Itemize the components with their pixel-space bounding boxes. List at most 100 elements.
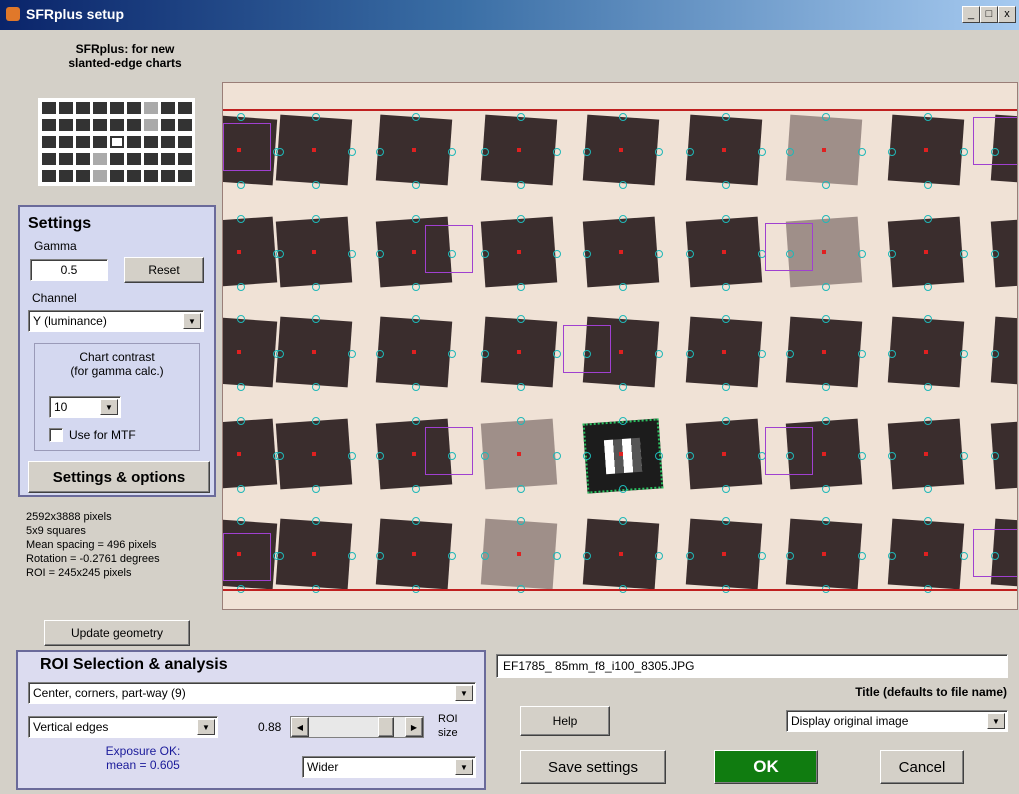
edge-marker xyxy=(376,552,384,560)
thumbnail-square xyxy=(127,170,141,182)
roi-panel: ROI Selection & analysis Center, corners… xyxy=(16,650,486,790)
edge-marker xyxy=(786,148,794,156)
edge-marker xyxy=(960,552,968,560)
edge-marker xyxy=(312,315,320,323)
save-settings-button[interactable]: Save settings xyxy=(520,750,666,784)
edge-marker xyxy=(553,452,561,460)
edge-marker xyxy=(924,517,932,525)
center-marker xyxy=(924,250,928,254)
edge-marker xyxy=(553,350,561,358)
roi-box[interactable] xyxy=(223,123,271,171)
edge-marker xyxy=(517,181,525,189)
center-marker xyxy=(312,452,316,456)
thumbnail-square xyxy=(93,136,107,148)
thumbnail-square xyxy=(42,153,56,165)
channel-select[interactable]: Y (luminance) ▼ xyxy=(28,310,204,332)
contrast-select[interactable]: 10 ▼ xyxy=(49,396,121,418)
edge-marker xyxy=(858,552,866,560)
edge-marker xyxy=(517,517,525,525)
edge-marker xyxy=(822,417,830,425)
slider-right-arrow-icon[interactable]: ▶ xyxy=(405,717,423,737)
chevron-down-icon[interactable]: ▼ xyxy=(183,313,201,329)
edge-marker xyxy=(686,452,694,460)
slider-thumb[interactable] xyxy=(378,717,394,737)
thumbnail-square xyxy=(93,102,107,114)
edge-marker xyxy=(924,383,932,391)
center-marker xyxy=(517,148,521,152)
edge-marker xyxy=(412,485,420,493)
chevron-down-icon[interactable]: ▼ xyxy=(987,713,1005,729)
roi-box[interactable] xyxy=(973,529,1017,577)
edge-marker xyxy=(655,350,663,358)
thumbnail-square xyxy=(59,102,73,114)
thumbnail-square xyxy=(93,119,107,131)
thumbnail-square xyxy=(161,119,175,131)
roi-box[interactable] xyxy=(563,325,611,373)
thumbnail-square xyxy=(144,170,158,182)
center-marker xyxy=(412,350,416,354)
center-marker xyxy=(517,552,521,556)
minimize-button[interactable]: _ xyxy=(962,6,980,23)
title-field-label: Title (defaults to file name) xyxy=(855,685,1007,699)
heading-line-2: slanted-edge charts xyxy=(68,56,182,70)
edge-marker xyxy=(376,350,384,358)
edge-marker xyxy=(348,250,356,258)
info-squares: 5x9 squares xyxy=(26,525,86,537)
update-geometry-button[interactable]: Update geometry xyxy=(44,620,190,646)
edge-marker xyxy=(237,517,245,525)
chevron-down-icon[interactable]: ▼ xyxy=(455,759,473,775)
chart-square xyxy=(223,316,278,388)
roi-region-select[interactable]: Center, corners, part-way (9) ▼ xyxy=(28,682,476,704)
edge-marker xyxy=(312,215,320,223)
chevron-down-icon[interactable]: ▼ xyxy=(455,685,473,701)
roi-box[interactable] xyxy=(765,427,813,475)
edge-marker xyxy=(237,215,245,223)
close-button[interactable]: x xyxy=(998,6,1016,23)
edge-marker xyxy=(991,350,999,358)
gamma-input[interactable]: 0.5 xyxy=(30,259,108,281)
maximize-button[interactable]: □ xyxy=(980,6,998,23)
thumbnail-square xyxy=(42,136,56,148)
use-for-mtf-label: Use for MTF xyxy=(69,428,136,442)
thumbnail-square xyxy=(161,170,175,182)
edge-marker xyxy=(619,113,627,121)
edges-select[interactable]: Vertical edges ▼ xyxy=(28,716,218,738)
cancel-button[interactable]: Cancel xyxy=(880,750,964,784)
thumbnail-square xyxy=(76,136,90,148)
center-marker xyxy=(619,350,623,354)
roi-box[interactable] xyxy=(425,427,473,475)
chart-image[interactable] xyxy=(222,82,1018,610)
edge-marker xyxy=(960,148,968,156)
chevron-down-icon[interactable]: ▼ xyxy=(197,719,215,735)
reset-button[interactable]: Reset xyxy=(124,257,204,283)
edge-marker xyxy=(517,113,525,121)
edge-marker xyxy=(758,350,766,358)
center-marker xyxy=(619,250,623,254)
settings-title: Settings xyxy=(28,215,92,232)
edge-marker xyxy=(348,452,356,460)
edge-marker xyxy=(312,485,320,493)
chevron-down-icon[interactable]: ▼ xyxy=(100,399,118,415)
display-select[interactable]: Display original image ▼ xyxy=(786,710,1008,732)
roi-size-slider[interactable]: ◀ ▶ xyxy=(290,716,424,738)
settings-options-button[interactable]: Settings & options xyxy=(28,461,210,493)
contrast-value: 10 xyxy=(54,400,68,414)
exposure-line-2: mean = 0.605 xyxy=(106,758,180,772)
edge-marker xyxy=(412,283,420,291)
edge-marker xyxy=(412,113,420,121)
edge-marker xyxy=(412,215,420,223)
roi-box[interactable] xyxy=(973,117,1017,165)
file-name-input[interactable]: EF1785_ 85mm_f8_i100_8305.JPG xyxy=(496,654,1008,678)
help-button[interactable]: Help xyxy=(520,706,610,736)
slider-left-arrow-icon[interactable]: ◀ xyxy=(291,717,309,737)
edge-marker xyxy=(888,148,896,156)
roi-box[interactable] xyxy=(223,533,271,581)
thumbnail-square xyxy=(93,153,107,165)
edge-marker xyxy=(312,181,320,189)
width-select[interactable]: Wider ▼ xyxy=(302,756,476,778)
roi-box[interactable] xyxy=(765,223,813,271)
use-for-mtf-checkbox[interactable] xyxy=(49,428,63,442)
edge-marker xyxy=(758,148,766,156)
ok-button[interactable]: OK xyxy=(714,750,818,784)
roi-box[interactable] xyxy=(425,225,473,273)
